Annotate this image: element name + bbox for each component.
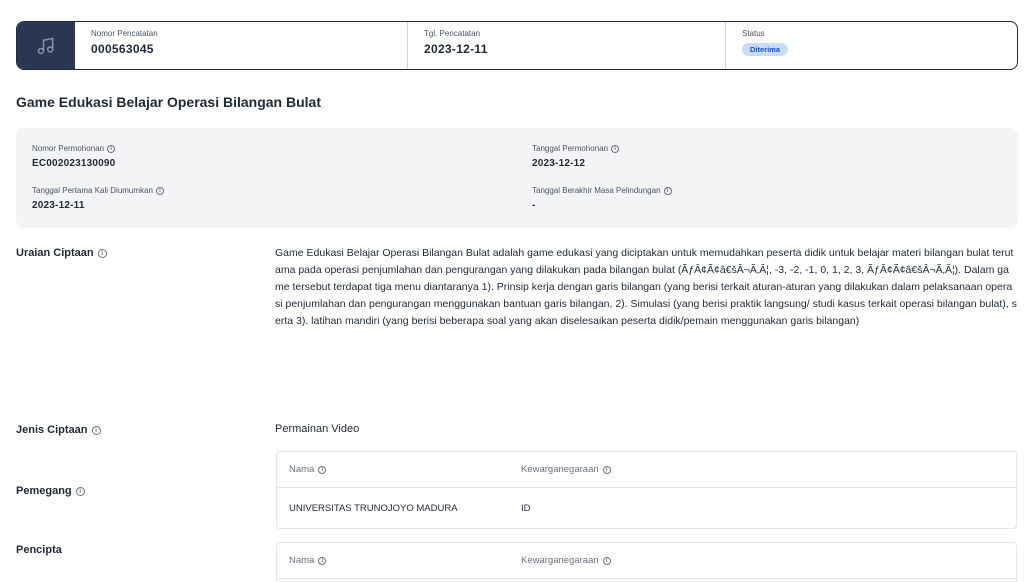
pemegang-table: Nama i Kewarganegaraan i UNIVERSITAS TRUNO… xyxy=(276,451,1017,529)
tanggal-akhir-item: Tanggal Berakhir Masa Pelindungan i - xyxy=(532,186,672,211)
tanggal-permohonan-value: 2023-12-12 xyxy=(532,158,586,169)
info-icon[interactable]: i xyxy=(75,486,85,496)
pencipta-table: Nama i Kewarganegaraan i xyxy=(276,542,1017,582)
col-kewarganegaraan-header: Kewarganegaraan xyxy=(521,464,599,475)
info-icon[interactable]: i xyxy=(602,556,611,565)
pencipta-label: Pencipta xyxy=(16,544,62,556)
tanggal-akhir-value: - xyxy=(532,200,536,211)
pemegang-kewarganegaraan-cell: ID xyxy=(521,502,531,514)
col-nama-header: Nama xyxy=(289,464,315,475)
uraian-ciptaan-label-text: Uraian Ciptaan xyxy=(16,247,94,259)
nomor-permohonan-item: Nomor Permohonan i EC002023130090 xyxy=(32,144,115,169)
application-info-box: Nomor Permohonan i EC002023130090 Tanggal… xyxy=(16,128,1018,228)
col-kewarganegaraan-header: Kewarganegaraan xyxy=(521,555,599,566)
nomor-pencatatan-label: Nomor Pencatatan xyxy=(91,29,158,38)
tanggal-permohonan-item: Tanggal Permohonan i 2023-12-12 xyxy=(532,144,620,169)
pemegang-label-text: Pemegang xyxy=(16,485,72,497)
tgl-pencatatan-label: Tgl. Pencatatan xyxy=(424,29,481,38)
table-header: Nama i Kewarganegaraan i xyxy=(277,543,1016,579)
pemegang-nama-cell: UNIVERSITAS TRUNOJOYO MADURA xyxy=(289,502,458,514)
tanggal-permohonan-label: Tanggal Permohonan xyxy=(532,144,609,153)
music-note-icon xyxy=(17,22,75,69)
tgl-pencatatan-cell: Tgl. Pencatatan 2023-12-11 xyxy=(408,22,726,69)
info-icon[interactable]: i xyxy=(318,465,327,474)
jenis-ciptaan-label: Jenis Ciptaan i xyxy=(16,424,101,436)
tanggal-umum-value: 2023-12-11 xyxy=(32,200,85,211)
tanggal-umum-label: Tanggal Pertama Kali Diumumkan xyxy=(32,186,153,195)
page-title: Game Edukasi Belajar Operasi Bilangan Bu… xyxy=(16,94,321,110)
jenis-ciptaan-value: Permainan Video xyxy=(275,423,360,435)
col-nama-header: Nama xyxy=(289,555,315,566)
info-icon[interactable]: i xyxy=(97,248,107,258)
table-header: Nama i Kewarganegaraan i xyxy=(277,452,1016,488)
nomor-pencatatan-value: 000563045 xyxy=(91,42,154,56)
uraian-ciptaan-label: Uraian Ciptaan i xyxy=(16,247,107,259)
table-row: UNIVERSITAS TRUNOJOYO MADURA ID xyxy=(277,488,1016,528)
info-icon[interactable]: i xyxy=(602,465,611,474)
tanggal-umum-item: Tanggal Pertama Kali Diumumkan i 2023-12-… xyxy=(32,186,164,211)
status-label: Status xyxy=(742,29,765,38)
jenis-ciptaan-label-text: Jenis Ciptaan xyxy=(16,424,88,436)
info-icon[interactable]: i xyxy=(663,186,672,195)
info-icon[interactable]: i xyxy=(107,144,116,153)
status-badge: Diterima xyxy=(742,43,789,56)
info-icon[interactable]: i xyxy=(318,556,327,565)
info-icon[interactable]: i xyxy=(611,144,620,153)
nomor-permohonan-value: EC002023130090 xyxy=(32,158,116,169)
info-icon[interactable]: i xyxy=(155,186,164,195)
pemegang-label: Pemegang i xyxy=(16,485,85,497)
record-summary-bar: Nomor Pencatatan 000563045 Tgl. Pencatat… xyxy=(16,21,1018,70)
tgl-pencatatan-value: 2023-12-11 xyxy=(424,42,488,56)
nomor-pencatatan-cell: Nomor Pencatatan 000563045 xyxy=(75,22,408,69)
pencipta-label-text: Pencipta xyxy=(16,544,62,556)
info-icon[interactable]: i xyxy=(91,425,101,435)
nomor-permohonan-label: Nomor Permohonan xyxy=(32,144,105,153)
status-cell: Status Diterima xyxy=(726,22,1017,69)
uraian-ciptaan-text: Game Edukasi Belajar Operasi Bilangan Bu… xyxy=(275,247,1017,327)
tanggal-akhir-label: Tanggal Berakhir Masa Pelindungan xyxy=(532,186,661,195)
